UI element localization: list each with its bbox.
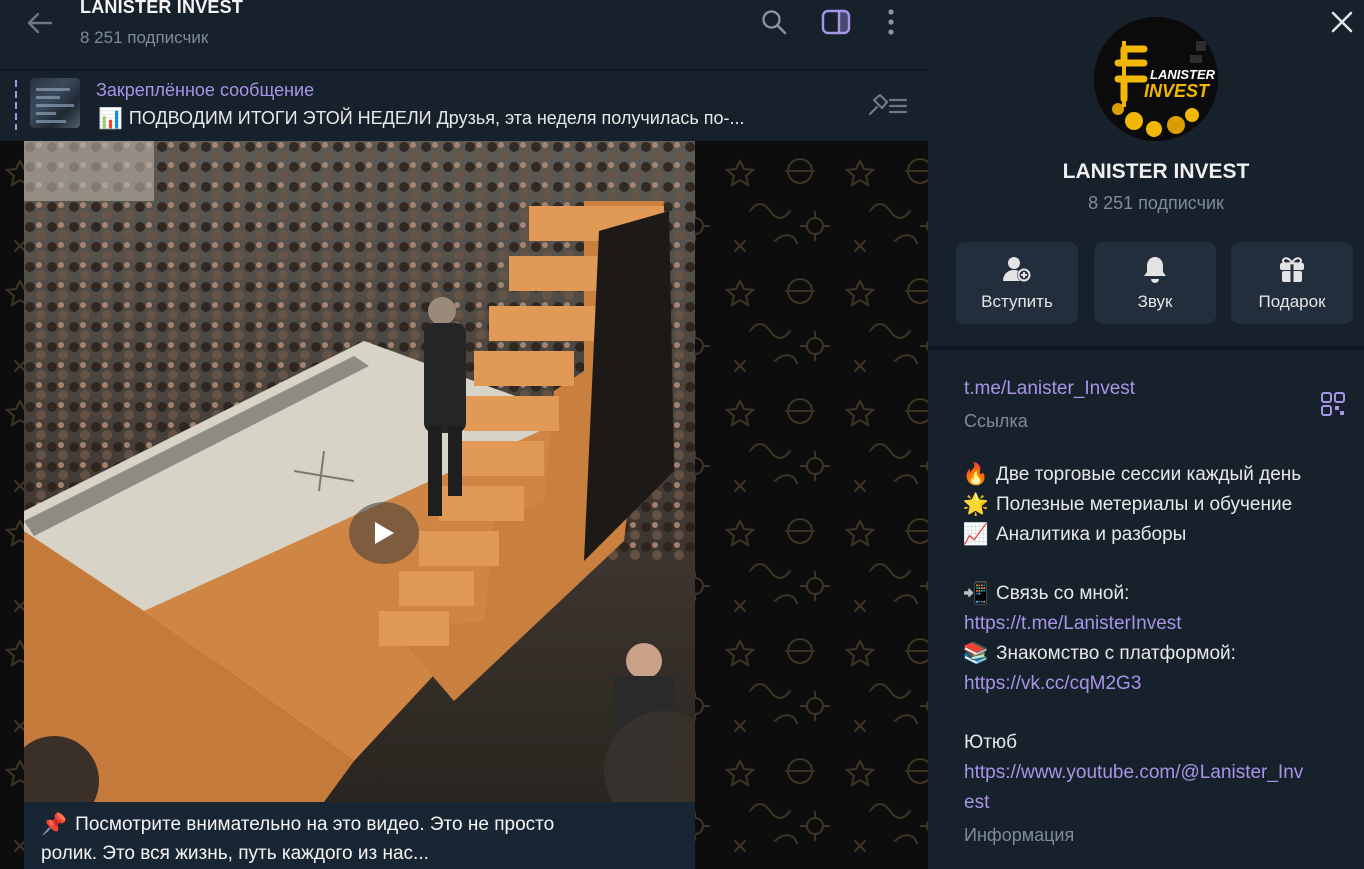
close-icon bbox=[1331, 11, 1353, 33]
contact-line: 📲 Связь со мной: bbox=[962, 582, 1130, 605]
video-thumbnail bbox=[24, 141, 695, 802]
more-button[interactable] bbox=[875, 6, 907, 38]
pinned-list-button[interactable] bbox=[866, 90, 910, 120]
platform-link[interactable]: https://vk.cc/cqM2G3 bbox=[964, 669, 1303, 699]
pinned-message-bar[interactable]: Закреплённое сообщение 📊 ПОДВОДИМ ИТОГИ … bbox=[0, 69, 928, 141]
sound-label: Звук bbox=[1137, 292, 1173, 311]
gift-icon bbox=[1280, 257, 1304, 282]
logo-text-line-1: LANISTER bbox=[1150, 67, 1216, 82]
chart-emoji-icon: 📊 bbox=[98, 108, 123, 130]
search-icon bbox=[762, 10, 787, 35]
pinned-label: Закреплённое сообщение bbox=[96, 80, 315, 100]
arrow-left-icon bbox=[27, 12, 53, 34]
info-caption: Информация bbox=[964, 825, 1075, 845]
description-line: 🌟 Полезные метериалы и обучение bbox=[962, 493, 1293, 516]
panel-separator bbox=[928, 346, 1364, 350]
gift-label: Подарок bbox=[1258, 292, 1326, 311]
video-message[interactable] bbox=[24, 141, 695, 802]
panel-subscriber-count: 8 251 подписчик bbox=[1088, 193, 1224, 213]
youtube-link-line-2: est bbox=[964, 792, 990, 813]
channel-info-panel: LANISTER INVEST LANISTER INVEST 8 251 по… bbox=[928, 0, 1364, 869]
toggle-sidebar-button[interactable] bbox=[820, 6, 852, 38]
back-button[interactable] bbox=[24, 8, 56, 38]
description-line: 🔥 Две торговые сессии каждый день bbox=[962, 463, 1302, 486]
join-label: Вступить bbox=[981, 292, 1053, 311]
caption-line-1: 📌 Посмотрите внимательно на это видео. Э… bbox=[41, 810, 679, 839]
pin-list-icon bbox=[868, 93, 908, 116]
gift-button[interactable]: Подарок bbox=[1231, 242, 1353, 324]
pinned-preview: ПОДВОДИМ ИТОГИ ЭТОЙ НЕДЕЛИ Друзья, эта н… bbox=[128, 108, 745, 128]
channel-title[interactable]: LANISTER INVEST bbox=[80, 0, 243, 18]
pushpin-emoji-icon: 📌 bbox=[41, 813, 68, 836]
channel-link[interactable]: t.me/Lanister_Invest bbox=[964, 374, 1135, 404]
youtube-label: Ютюб bbox=[964, 732, 1018, 753]
join-button[interactable]: Вступить bbox=[956, 242, 1078, 324]
message-caption: 📌 Посмотрите внимательно на это видео. Э… bbox=[24, 802, 695, 869]
channel-avatar[interactable]: LANISTER INVEST bbox=[1094, 17, 1218, 141]
channel-link-block: t.me/Lanister_Invest Ссылка bbox=[964, 374, 1135, 436]
channel-description: 🔥 Две торговые сессии каждый день 🌟 Полезн… bbox=[962, 460, 1303, 850]
channel-logo: LANISTER INVEST bbox=[1094, 17, 1218, 141]
chat-header[interactable]: LANISTER INVEST 8 251 подписчик bbox=[0, 0, 928, 69]
youtube-link[interactable]: https://www.youtube.com/@Lanister_Inv es… bbox=[964, 758, 1303, 818]
books-emoji-icon: 📚 bbox=[962, 642, 990, 665]
description-line: 📈 Аналитика и разборы bbox=[962, 523, 1187, 546]
sound-button[interactable]: Звук bbox=[1094, 242, 1216, 324]
logo-text-line-2: INVEST bbox=[1144, 81, 1211, 101]
platform-line: 📚 Знакомство с платформой: bbox=[962, 642, 1236, 665]
subscriber-count: 8 251 подписчик bbox=[80, 28, 209, 47]
youtube-link-line-1: https://www.youtube.com/@Lanister_Inv bbox=[964, 762, 1304, 783]
phone-emoji-icon: 📲 bbox=[962, 582, 990, 605]
contact-link[interactable]: https://t.me/LanisterInvest bbox=[964, 609, 1303, 639]
play-button[interactable] bbox=[349, 502, 419, 564]
caption-text-1: Посмотрите внимательно на это видео. Это… bbox=[75, 814, 555, 835]
link-caption: Ссылка bbox=[964, 411, 1028, 431]
bell-icon bbox=[1144, 257, 1166, 283]
close-panel-button[interactable] bbox=[1326, 6, 1358, 38]
pinned-thumbnail bbox=[30, 78, 80, 128]
pinned-indicator bbox=[15, 80, 17, 130]
pinned-text: 📊 ПОДВОДИМ ИТОГИ ЭТОЙ НЕДЕЛИ Друзья, эта… bbox=[98, 106, 745, 131]
caption-text-2: ролик. Это вся жизнь, путь каждого из на… bbox=[41, 843, 429, 864]
chart-up-emoji-icon: 📈 bbox=[962, 523, 990, 546]
panel-channel-name: LANISTER INVEST bbox=[1062, 160, 1250, 183]
chat-area: LANISTER INVEST 8 251 подписчик Закреплё… bbox=[0, 0, 928, 869]
qr-code-icon bbox=[1321, 392, 1345, 416]
play-icon bbox=[375, 522, 394, 544]
fire-emoji-icon: 🔥 bbox=[962, 463, 990, 486]
star-emoji-icon: 🌟 bbox=[962, 493, 990, 516]
more-vertical-icon bbox=[888, 9, 894, 35]
add-user-icon bbox=[1003, 257, 1031, 282]
search-button[interactable] bbox=[758, 6, 790, 38]
sidebar-icon bbox=[821, 9, 851, 35]
qr-code-button[interactable] bbox=[1320, 390, 1346, 418]
